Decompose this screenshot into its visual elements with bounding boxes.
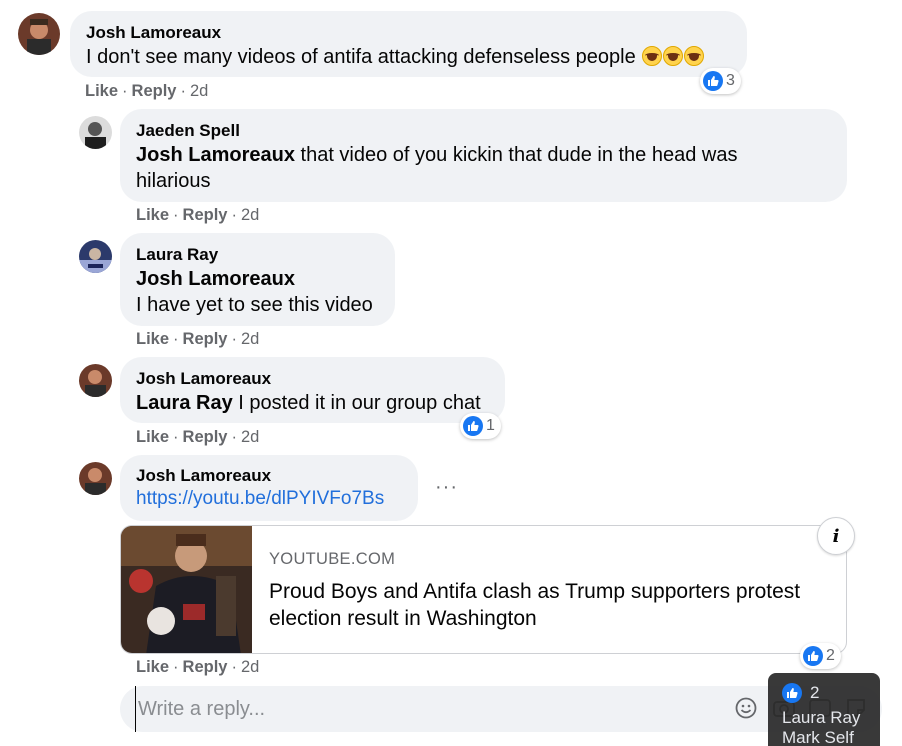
like-button[interactable]: Like <box>136 330 169 348</box>
comment-actions: Like · Reply · 2d <box>136 206 260 224</box>
reply-button[interactable]: Reply <box>183 206 228 224</box>
mention-link[interactable]: Josh Lamoreaux <box>136 144 295 166</box>
reaction-count: 3 <box>726 72 735 89</box>
like-button[interactable]: Like <box>85 82 118 100</box>
reaction-count: 1 <box>486 417 495 434</box>
like-icon <box>703 71 723 91</box>
reactions-tooltip: 2 Laura Ray Mark Self <box>768 673 880 746</box>
comment-author[interactable]: Jaeden Spell <box>136 120 831 142</box>
reply-input[interactable] <box>135 686 695 732</box>
laughing-emoji-icon <box>684 46 705 66</box>
comment-actions: Like · Reply · 2d <box>136 658 260 676</box>
comment-actions: Like · Reply · 2d <box>85 82 209 100</box>
comment-author[interactable]: Laura Ray <box>136 244 379 266</box>
tooltip-header: 2 <box>782 683 866 703</box>
reply-button[interactable]: Reply <box>183 428 228 446</box>
like-button[interactable]: Like <box>136 206 169 224</box>
comment-bubble: Josh Lamoreaux https://youtu.be/dlPYIVFo… <box>120 455 418 521</box>
reaction-badge[interactable]: 2 <box>800 643 841 669</box>
comment-text: Josh Lamoreaux that video of you kickin … <box>136 144 738 166</box>
mention-link[interactable]: Josh Lamoreaux <box>136 266 379 292</box>
avatar[interactable] <box>18 13 60 55</box>
info-icon[interactable]: i <box>817 517 855 555</box>
comment-link[interactable]: https://youtu.be/dlPYIVFo7Bs <box>136 487 402 511</box>
more-options-icon[interactable]: ··· <box>435 476 458 499</box>
reply-button[interactable]: Reply <box>183 330 228 348</box>
like-button[interactable]: Like <box>136 428 169 446</box>
comment-actions: Like · Reply · 2d <box>136 428 260 446</box>
comment-text: Laura Ray I posted it in our group chat <box>136 392 481 414</box>
comment-bubble: Josh Lamoreaux Laura Ray I posted it in … <box>120 357 505 423</box>
emoji-icon[interactable] <box>735 697 757 724</box>
mention-link[interactable]: Laura Ray <box>136 392 233 414</box>
reply-button[interactable]: Reply <box>132 82 177 100</box>
comment-bubble: Jaeden Spell Josh Lamoreaux that video o… <box>120 109 847 202</box>
preview-title[interactable]: Proud Boys and Antifa clash as Trump sup… <box>269 578 829 632</box>
comment-text: I have yet to see this video <box>136 294 373 316</box>
avatar[interactable] <box>79 116 112 149</box>
avatar[interactable] <box>79 462 112 495</box>
comment-author[interactable]: Josh Lamoreaux <box>136 465 402 487</box>
comment-time[interactable]: 2d <box>241 658 259 676</box>
reaction-badge[interactable]: 1 <box>460 413 501 439</box>
comment-time[interactable]: 2d <box>190 82 208 100</box>
preview-thumbnail[interactable] <box>121 526 252 653</box>
link-preview-card[interactable]: YOUTUBE.COM Proud Boys and Antifa clash … <box>120 525 847 654</box>
tooltip-count: 2 <box>810 683 820 702</box>
comment-time[interactable]: 2d <box>241 428 259 446</box>
avatar[interactable] <box>79 364 112 397</box>
like-icon <box>803 646 823 666</box>
avatar[interactable] <box>79 240 112 273</box>
laughing-emoji-icon <box>663 46 684 66</box>
comment-bubble: Laura Ray Josh Lamoreaux I have yet to s… <box>120 233 395 326</box>
comment-bubble: Josh Lamoreaux I don't see many videos o… <box>70 11 747 77</box>
preview-domain: YOUTUBE.COM <box>269 550 396 568</box>
like-icon <box>463 416 483 436</box>
like-icon <box>782 683 802 703</box>
comment-text-continued: hilarious <box>136 170 211 192</box>
comment-actions: Like · Reply · 2d <box>136 330 260 348</box>
comment-author[interactable]: Josh Lamoreaux <box>86 22 731 44</box>
comment-time[interactable]: 2d <box>241 206 259 224</box>
tooltip-name: Laura Ray <box>782 708 861 727</box>
comment-author[interactable]: Josh Lamoreaux <box>136 368 489 390</box>
reply-button[interactable]: Reply <box>183 658 228 676</box>
comment-text: I don't see many videos of antifa attack… <box>86 44 731 70</box>
tooltip-name: Mark Self <box>782 728 854 746</box>
comment-time[interactable]: 2d <box>241 330 259 348</box>
reaction-badge[interactable]: 3 <box>700 68 741 94</box>
like-button[interactable]: Like <box>136 658 169 676</box>
reaction-count: 2 <box>826 647 835 664</box>
laughing-emoji-icon <box>642 46 663 66</box>
